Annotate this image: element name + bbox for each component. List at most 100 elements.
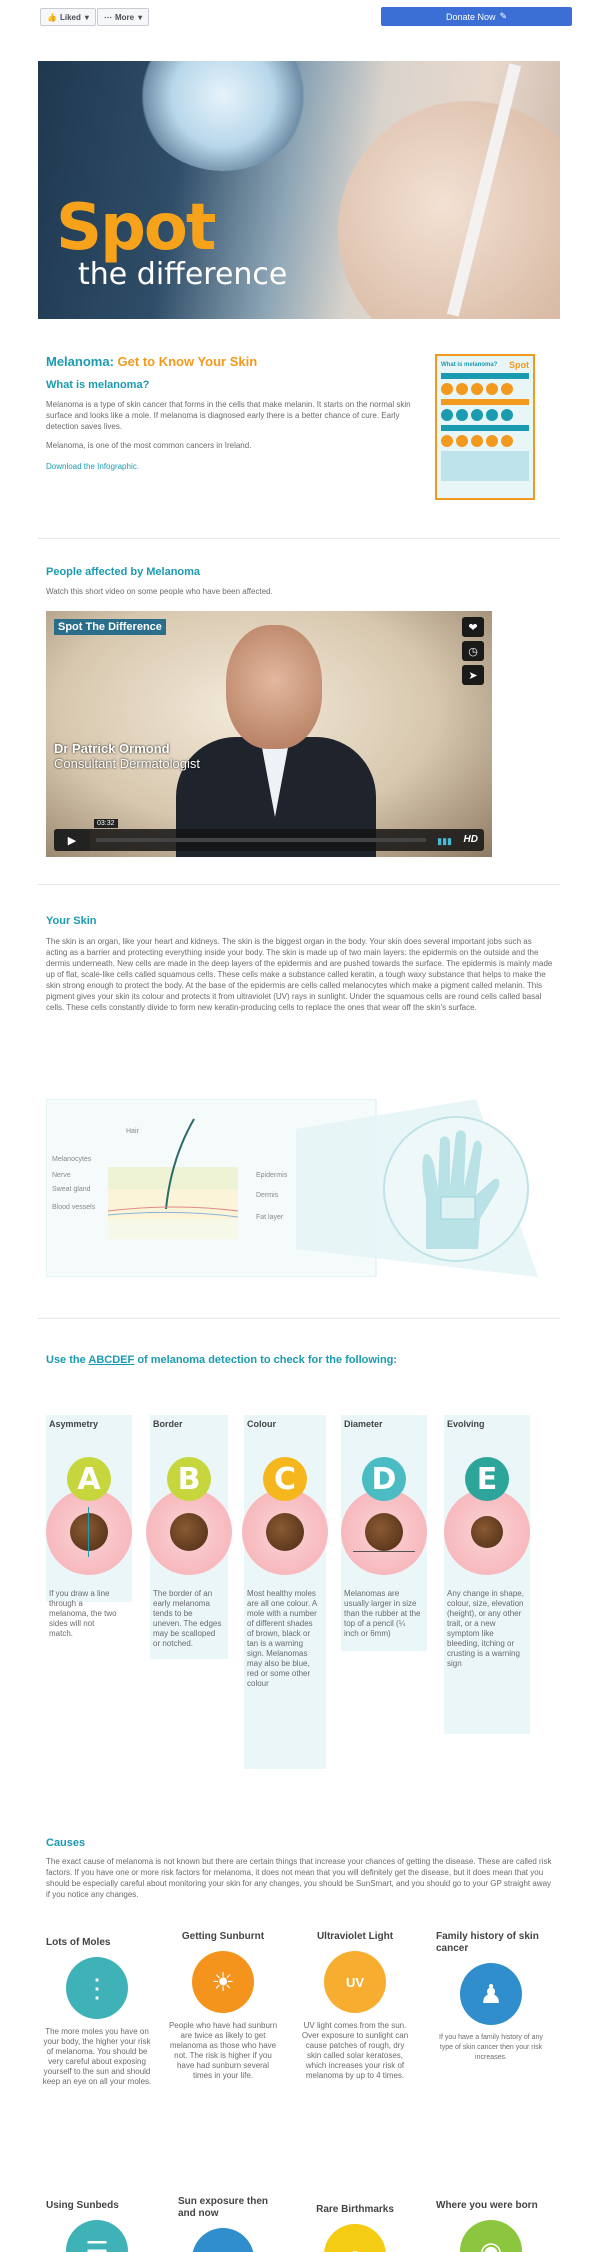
skin-title: Your Skin — [46, 915, 97, 927]
more-button[interactable]: ⋯ More ▾ — [97, 8, 150, 26]
intro-title: Melanoma: Get to Know Your Skin — [46, 354, 424, 369]
donate-button[interactable]: Donate Now ✎ — [381, 7, 572, 26]
card-text: Melanomas are usually larger in size tha… — [344, 1589, 421, 1638]
video-player[interactable]: Spot The Difference Dr Patrick Ormond Co… — [46, 611, 492, 857]
birthmark-icon: ● — [324, 2224, 386, 2252]
people-title: People affected by Melanoma — [46, 566, 201, 578]
speaker-name: Dr Patrick Ormond — [54, 741, 170, 756]
shoulder-graphic — [338, 101, 560, 319]
cause-using-sunbeds: Using Sunbeds ☰ — [42, 2200, 152, 2252]
intro-subtitle: What is melanoma? — [46, 379, 150, 391]
divider — [38, 884, 560, 885]
causes-body: The exact cause of melanoma is not known… — [46, 1857, 552, 1899]
hd-toggle[interactable]: HD — [464, 834, 478, 845]
cause-ultraviolet-light: Ultraviolet Light UV UV light comes from… — [300, 1931, 410, 2081]
liked-label: Liked — [59, 12, 81, 22]
speaker-role: Consultant Dermatologist — [54, 756, 200, 771]
ruler-line — [353, 1551, 415, 1552]
letter-c-badge: C — [263, 1457, 307, 1501]
play-icon[interactable]: ▶ — [54, 829, 90, 851]
thumb-bar — [441, 425, 529, 431]
cause-title: Using Sunbeds — [46, 2200, 119, 2211]
speaker-figure — [176, 625, 376, 857]
divider — [38, 538, 560, 539]
letter-d-badge: D — [362, 1457, 406, 1501]
cause-text: People who have had sunburn are twice as… — [168, 2021, 278, 2080]
cause-title: Getting Sunburnt — [181, 1931, 265, 1942]
examination-lamp-graphic — [138, 61, 308, 171]
thumb-row — [441, 383, 529, 395]
liked-button[interactable]: 👍 Liked ▾ — [40, 8, 96, 26]
label-nerve: Nerve — [52, 1172, 71, 1179]
speaker-caption: Dr Patrick Ormond Consultant Dermatologi… — [54, 741, 200, 771]
infographic-thumbnail[interactable]: What is melanoma? Spot — [435, 354, 535, 500]
family-icon: ♟ — [460, 1963, 522, 2025]
thumb-bar — [441, 373, 529, 379]
card-text: Any change in shape, colour, size, eleva… — [447, 1589, 524, 1668]
people-intro: Watch this short video on some people wh… — [46, 587, 273, 596]
sunburn-sun-icon: ☀ — [192, 1951, 254, 2013]
mole-backdrop — [242, 1489, 328, 1575]
globe-icon: ◉ — [460, 2220, 522, 2252]
intro-paragraph-2: Melanoma, is one of the most common canc… — [46, 441, 252, 450]
abcdef-link[interactable]: ABCDEF — [88, 1354, 134, 1366]
thumb-logo: Spot — [509, 360, 529, 370]
intro-section: Melanoma: Get to Know Your Skin What is … — [46, 354, 424, 471]
symmetry-line — [88, 1507, 89, 1557]
cause-rare-birthmarks: Rare Birthmarks ● — [300, 2204, 410, 2252]
dots-icon: ⋯ — [104, 12, 112, 22]
cause-title: Family history of skin cancer — [436, 1931, 539, 1954]
abcdef-card-evolving: Evolving E Any change in shape, colour, … — [444, 1415, 530, 1734]
thumb-row — [441, 409, 529, 421]
letter-a-badge: A — [67, 1457, 111, 1501]
hero-banner: Spot the difference — [38, 61, 560, 319]
speaker-head — [226, 625, 322, 749]
label-melanocytes: Melanocytes — [52, 1156, 92, 1163]
thumb-footer — [441, 451, 529, 481]
download-infographic-link[interactable]: Download the Infographic. — [46, 462, 139, 471]
cause-title: Sun exposure then and now — [178, 2196, 269, 2219]
mole-graphic — [266, 1513, 304, 1551]
chevron-down-icon: ▾ — [138, 12, 143, 22]
abcdef-title-post: of melanoma detection to check for the f… — [137, 1354, 398, 1366]
mole-graphic — [170, 1513, 208, 1551]
intro-title-a: Melanoma: — [46, 354, 114, 369]
like-video-heart-icon[interactable]: ❤ — [462, 617, 484, 637]
label-sweat-gland: Sweat gland — [52, 1186, 91, 1193]
intro-title-b: Get to Know Your Skin — [117, 354, 258, 369]
thumb-row — [441, 435, 529, 447]
chevron-down-icon: ▾ — [84, 12, 89, 22]
thumb-title: What is melanoma? — [441, 362, 498, 368]
moles-icon: ⋮ — [66, 1957, 128, 2019]
cause-getting-sunburnt: Getting Sunburnt ☀ People who have had s… — [168, 1931, 278, 2081]
card-title: Diameter — [344, 1419, 383, 1429]
watch-later-clock-icon[interactable]: ◷ — [462, 641, 484, 661]
thumbs-up-icon: 👍 — [47, 12, 57, 22]
mole-backdrop — [46, 1489, 132, 1575]
cause-text: If you have a family history of any type… — [439, 2034, 543, 2061]
video-title-tag[interactable]: Spot The Difference — [54, 619, 166, 635]
video-control-bar: ▶ 03:32 ▮▮▮ HD — [54, 819, 484, 851]
page-content: Spot the difference Melanoma: Get to Kno… — [38, 34, 560, 2252]
causes-title: Causes — [46, 1837, 86, 1849]
volume-icon[interactable]: ▮▮▮ — [437, 836, 452, 847]
share-send-icon[interactable]: ➤ — [462, 665, 484, 685]
sunbed-icon: ☰ — [66, 2220, 128, 2252]
mole-backdrop — [444, 1489, 530, 1575]
abcdef-title: Use the ABCDEF of melanoma detection to … — [46, 1354, 397, 1366]
cause-sun-exposure: Sun exposure then and now ☼ — [168, 2196, 278, 2252]
mole-backdrop — [341, 1489, 427, 1575]
card-text: Most healthy moles are all one colour. A… — [247, 1589, 317, 1688]
cause-lots-of-moles: Lots of Moles ⋮ The more moles you have … — [42, 1937, 152, 2087]
label-epidermis: Epidermis — [256, 1172, 288, 1179]
video-progress-track[interactable] — [96, 838, 426, 842]
divider — [38, 1318, 560, 1319]
cause-where-born: Where you were born ◉ — [436, 2200, 546, 2252]
letter-b-badge: B — [167, 1457, 211, 1501]
more-label: More — [115, 12, 135, 22]
letter-e-badge: E — [465, 1457, 509, 1501]
mole-graphic — [365, 1513, 403, 1551]
abcdef-card-border: Border B The border of an early melanoma… — [146, 1415, 232, 1659]
label-fat-layer: Fat layer — [256, 1214, 284, 1221]
mole-graphic — [70, 1513, 108, 1551]
